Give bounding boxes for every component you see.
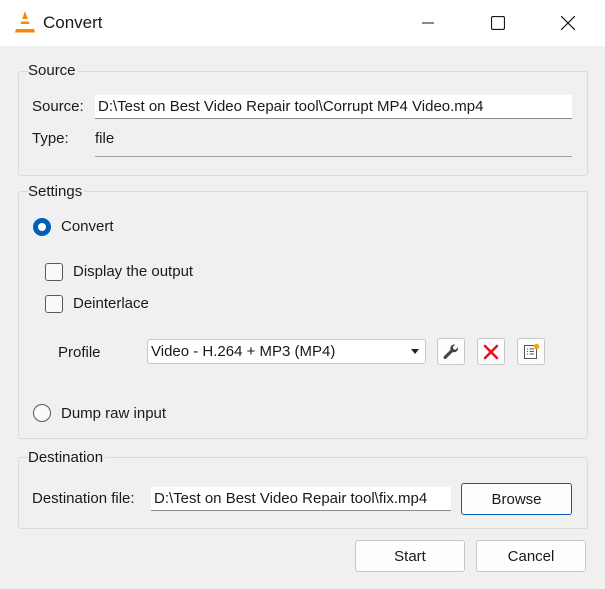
source-divider [95,156,572,157]
vlc-cone-icon [14,10,36,34]
close-icon [561,16,575,30]
window-title: Convert [43,13,103,32]
edit-profile-button[interactable] [437,338,465,365]
settings-group-title: Settings [28,183,85,200]
display-output-label[interactable]: Display the output [73,263,193,280]
wrench-icon [443,343,459,359]
title-bar: Convert [0,0,605,46]
maximize-icon [491,16,505,30]
profile-select-value: Video - H.264 + MP3 (MP4) [151,343,336,360]
source-label: Source: [32,98,84,115]
source-input[interactable]: D:\Test on Best Video Repair tool\Corrup… [95,95,572,119]
delete-x-icon [483,344,499,359]
destination-group-title: Destination [28,449,106,466]
profile-label: Profile [58,344,101,361]
display-output-checkbox[interactable] [45,263,63,281]
minimize-button[interactable] [393,0,463,46]
browse-button[interactable]: Browse [461,483,572,515]
delete-profile-button[interactable] [477,338,505,365]
deinterlace-label[interactable]: Deinterlace [73,295,149,312]
maximize-button[interactable] [463,0,533,46]
deinterlace-checkbox[interactable] [45,295,63,313]
convert-radio[interactable] [33,218,51,236]
dump-raw-radio[interactable] [33,404,51,422]
start-button[interactable]: Start [355,540,465,572]
type-label: Type: [32,130,69,147]
minimize-icon [422,22,434,24]
source-group [18,71,588,176]
profile-select[interactable]: Video - H.264 + MP3 (MP4) [147,339,426,364]
destination-label: Destination file: [32,490,135,507]
chevron-down-icon [411,349,419,354]
convert-label[interactable]: Convert [61,218,114,235]
type-value: file [95,130,115,147]
new-profile-button[interactable] [517,338,545,365]
new-profile-icon [524,343,540,359]
destination-input[interactable]: D:\Test on Best Video Repair tool\fix.mp… [151,487,451,511]
source-group-title: Source [28,62,78,79]
close-button[interactable] [533,0,603,46]
dump-raw-label[interactable]: Dump raw input [61,405,166,422]
cancel-button[interactable]: Cancel [476,540,586,572]
